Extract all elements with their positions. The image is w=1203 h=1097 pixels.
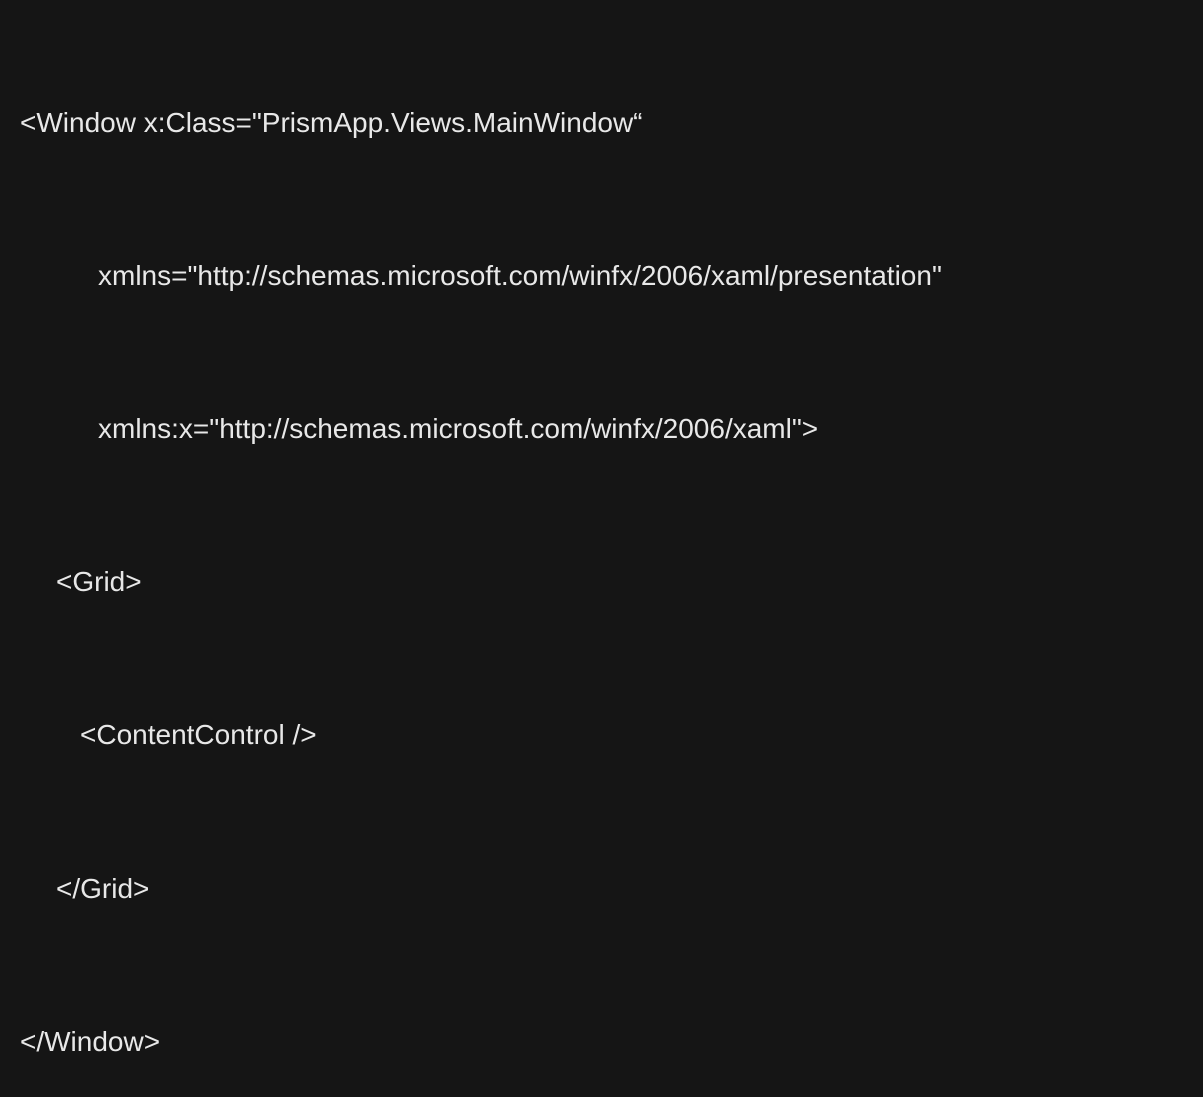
code-line-4: <Grid> xyxy=(20,564,1183,600)
code-line-6: </Grid> xyxy=(20,871,1183,907)
code-block: <Window x:Class="PrismApp.Views.MainWind… xyxy=(20,32,1183,1097)
code-line-1: <Window x:Class="PrismApp.Views.MainWind… xyxy=(20,105,1183,141)
code-line-5: <ContentControl /> xyxy=(20,717,1183,753)
code-line-7: </Window> xyxy=(20,1024,1183,1060)
code-line-2: xmlns="http://schemas.microsoft.com/winf… xyxy=(20,258,1183,294)
code-line-3: xmlns:x="http://schemas.microsoft.com/wi… xyxy=(20,411,1183,447)
